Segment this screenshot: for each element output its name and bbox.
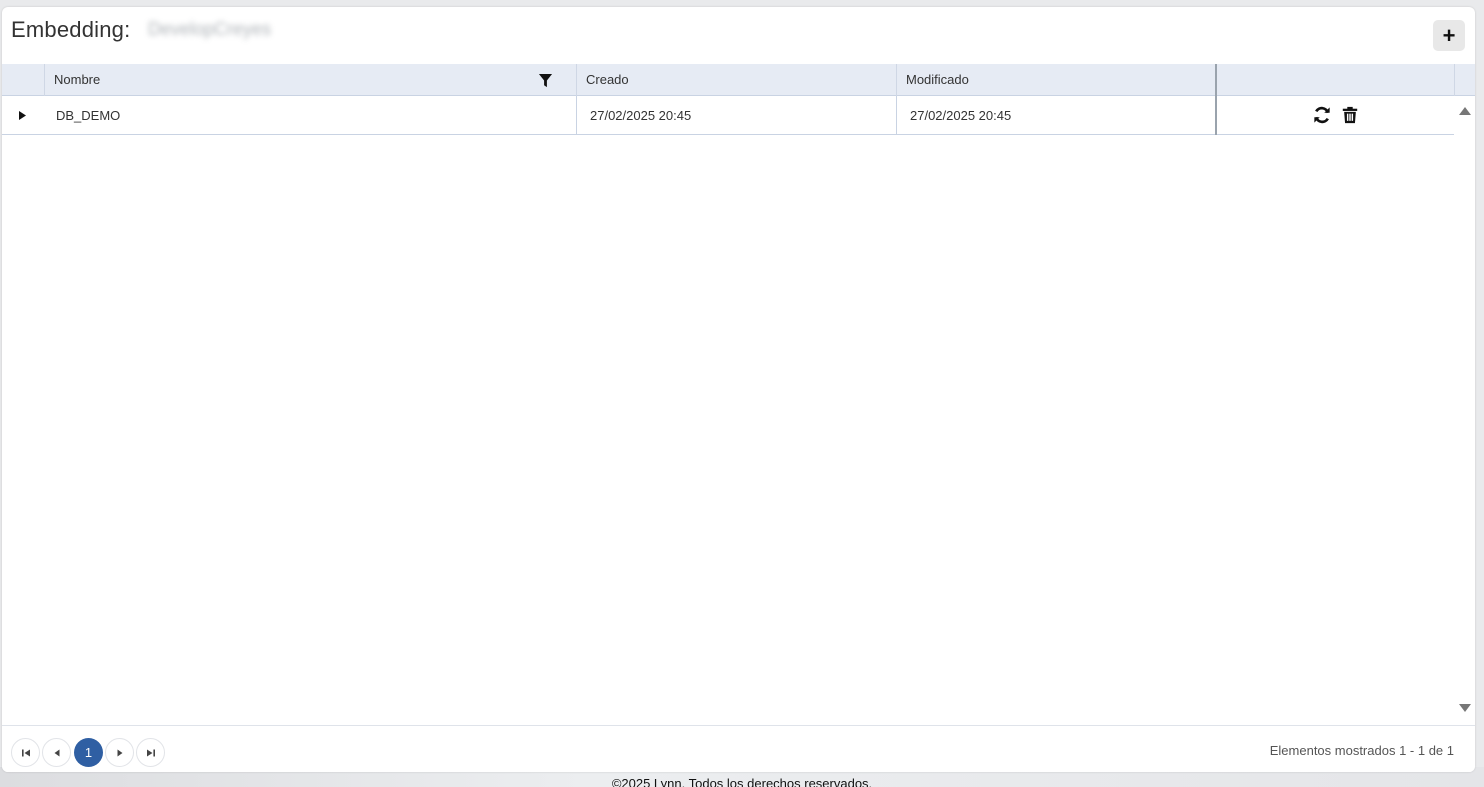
column-header-nombre-label: Nombre	[54, 72, 101, 87]
last-page-icon	[147, 749, 155, 757]
cell-creado: 27/02/2025 20:45	[576, 96, 896, 135]
next-page-icon	[117, 749, 123, 757]
page-title-blurred-name: DevelopCreyes	[148, 19, 272, 39]
table-row[interactable]: DB_DEMO 27/02/2025 20:45 27/02/2025 20:4…	[2, 96, 1454, 135]
grid-body: DB_DEMO 27/02/2025 20:45 27/02/2025 20:4…	[2, 96, 1454, 725]
cell-nombre: DB_DEMO	[56, 108, 121, 123]
embedding-panel: Embedding: DevelopCreyes + Nombre Creado…	[2, 7, 1475, 772]
pager-current-page[interactable]: 1	[74, 738, 103, 767]
column-header-creado[interactable]: Creado	[576, 64, 896, 96]
column-header-actions	[1215, 64, 1454, 96]
panel-header: Embedding: DevelopCreyes +	[2, 7, 1475, 64]
header-expand-col	[2, 64, 44, 96]
pager-last-button[interactable]	[136, 738, 165, 767]
column-header-modificado-label: Modificado	[906, 72, 969, 87]
cell-modificado: 27/02/2025 20:45	[896, 96, 1215, 135]
vertical-scrollbar[interactable]	[1454, 96, 1475, 725]
footer-copyright: ©2025 Lynn. Todos los derechos reservado…	[611, 776, 873, 787]
pager-prev-button[interactable]	[42, 738, 71, 767]
column-header-creado-label: Creado	[586, 72, 629, 87]
filter-icon[interactable]	[538, 73, 553, 88]
first-page-icon	[22, 749, 30, 757]
trash-icon[interactable]	[1341, 106, 1359, 124]
scroll-down-icon[interactable]	[1458, 703, 1472, 713]
pager-info: Elementos mostrados 1 - 1 de 1	[1269, 743, 1454, 758]
pager-first-button[interactable]	[11, 738, 40, 767]
scroll-up-icon[interactable]	[1458, 106, 1472, 116]
header-scroll-spacer	[1454, 64, 1475, 96]
embedding-grid: Nombre Creado Modificado DB_DEMO 27/02/2…	[2, 64, 1475, 725]
cell-actions	[1215, 96, 1454, 135]
add-button[interactable]: +	[1433, 20, 1465, 51]
refresh-icon[interactable]	[1313, 106, 1331, 124]
pager: 1 Elementos mostrados 1 - 1 de 1	[2, 725, 1475, 772]
prev-page-icon	[54, 749, 60, 757]
column-header-modificado[interactable]: Modificado	[896, 64, 1216, 96]
column-header-nombre[interactable]: Nombre	[44, 64, 576, 96]
grid-header: Nombre Creado Modificado	[2, 64, 1475, 96]
triangle-right-icon[interactable]	[18, 110, 27, 121]
page-title: Embedding:	[11, 17, 131, 42]
pager-next-button[interactable]	[105, 738, 134, 767]
